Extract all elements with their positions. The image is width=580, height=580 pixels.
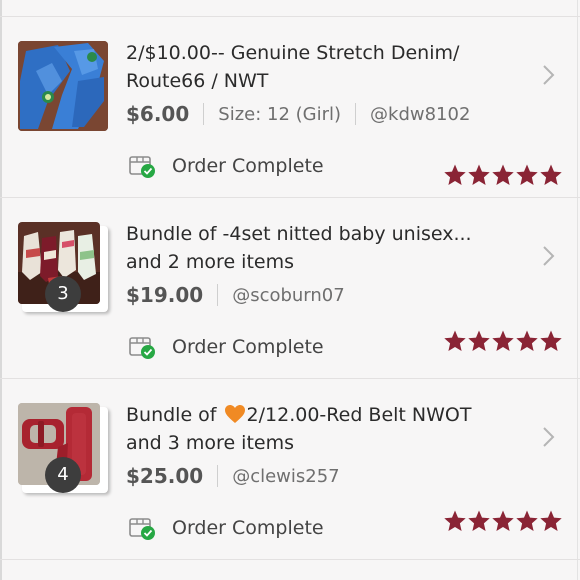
meta-separator — [217, 284, 219, 306]
order-title-line2: and 2 more items — [126, 251, 294, 273]
star-icon — [515, 509, 539, 533]
chevron-right-icon[interactable] — [538, 244, 558, 268]
star-icon — [491, 163, 515, 187]
order-title-line2: and 3 more items — [126, 432, 294, 454]
package-check-icon — [129, 156, 155, 178]
chevron-right-icon[interactable] — [538, 63, 558, 87]
star-icon — [491, 329, 515, 353]
row-divider — [0, 559, 580, 560]
package-check-icon — [129, 518, 155, 540]
order-title[interactable]: Bundle of 2/12.00-Red Belt NWOT and 3 mo… — [126, 401, 526, 457]
star-icon — [443, 163, 467, 187]
order-row[interactable]: 2/$10.00-- Genuine Stretch Denim/ Route6… — [0, 17, 580, 197]
status-label: Order Complete — [172, 155, 324, 177]
status-label: Order Complete — [172, 336, 324, 358]
package-check-icon — [129, 337, 155, 359]
order-price: $25.00 — [126, 464, 204, 488]
star-icon — [491, 509, 515, 533]
star-icon — [467, 509, 491, 533]
rating-stars — [443, 509, 563, 533]
order-price: $19.00 — [126, 283, 204, 307]
meta-separator — [203, 103, 205, 125]
star-icon — [443, 329, 467, 353]
order-meta: $6.00 Size: 12 (Girl) @kdw8102 — [126, 99, 470, 129]
order-title[interactable]: 2/$10.00-- Genuine Stretch Denim/ Route6… — [126, 39, 526, 95]
item-count-badge: 3 — [45, 276, 81, 312]
product-thumbnail[interactable] — [18, 41, 108, 131]
star-icon — [539, 163, 563, 187]
star-icon — [539, 329, 563, 353]
order-row[interactable]: 3 Bundle of -4set nitted baby unisex... … — [0, 198, 580, 378]
rating-stars — [443, 329, 563, 353]
order-title-prefix: Bundle of — [126, 404, 223, 426]
item-count-badge: 4 — [45, 457, 81, 493]
seller-username[interactable]: @kdw8102 — [370, 104, 470, 125]
star-icon — [467, 163, 491, 187]
meta-separator — [355, 103, 357, 125]
star-icon — [515, 163, 539, 187]
order-price: $6.00 — [126, 102, 190, 126]
order-status: Order Complete — [128, 513, 324, 543]
order-meta: $19.00 @scoburn07 — [126, 280, 345, 310]
orange-heart-icon — [224, 405, 245, 423]
chevron-right-icon[interactable] — [538, 425, 558, 449]
star-icon — [539, 509, 563, 533]
meta-separator — [217, 465, 219, 487]
status-label: Order Complete — [172, 517, 324, 539]
order-meta: $25.00 @clewis257 — [126, 461, 340, 491]
seller-username[interactable]: @scoburn07 — [232, 285, 345, 306]
order-title-line1: Bundle of -4set nitted baby unisex... — [126, 223, 472, 245]
order-row[interactable]: 4 Bundle of 2/12.00-Red Belt NWOT and 3 … — [0, 379, 580, 559]
order-title-rest: 2/12.00-Red Belt NWOT — [246, 404, 472, 426]
rating-stars — [443, 163, 563, 187]
star-icon — [467, 329, 491, 353]
star-icon — [443, 509, 467, 533]
order-status: Order Complete — [128, 332, 324, 362]
seller-username[interactable]: @clewis257 — [232, 466, 339, 487]
order-title[interactable]: Bundle of -4set nitted baby unisex... an… — [126, 220, 526, 276]
star-icon — [515, 329, 539, 353]
item-size: Size: 12 (Girl) — [218, 103, 342, 125]
order-status: Order Complete — [128, 151, 324, 181]
